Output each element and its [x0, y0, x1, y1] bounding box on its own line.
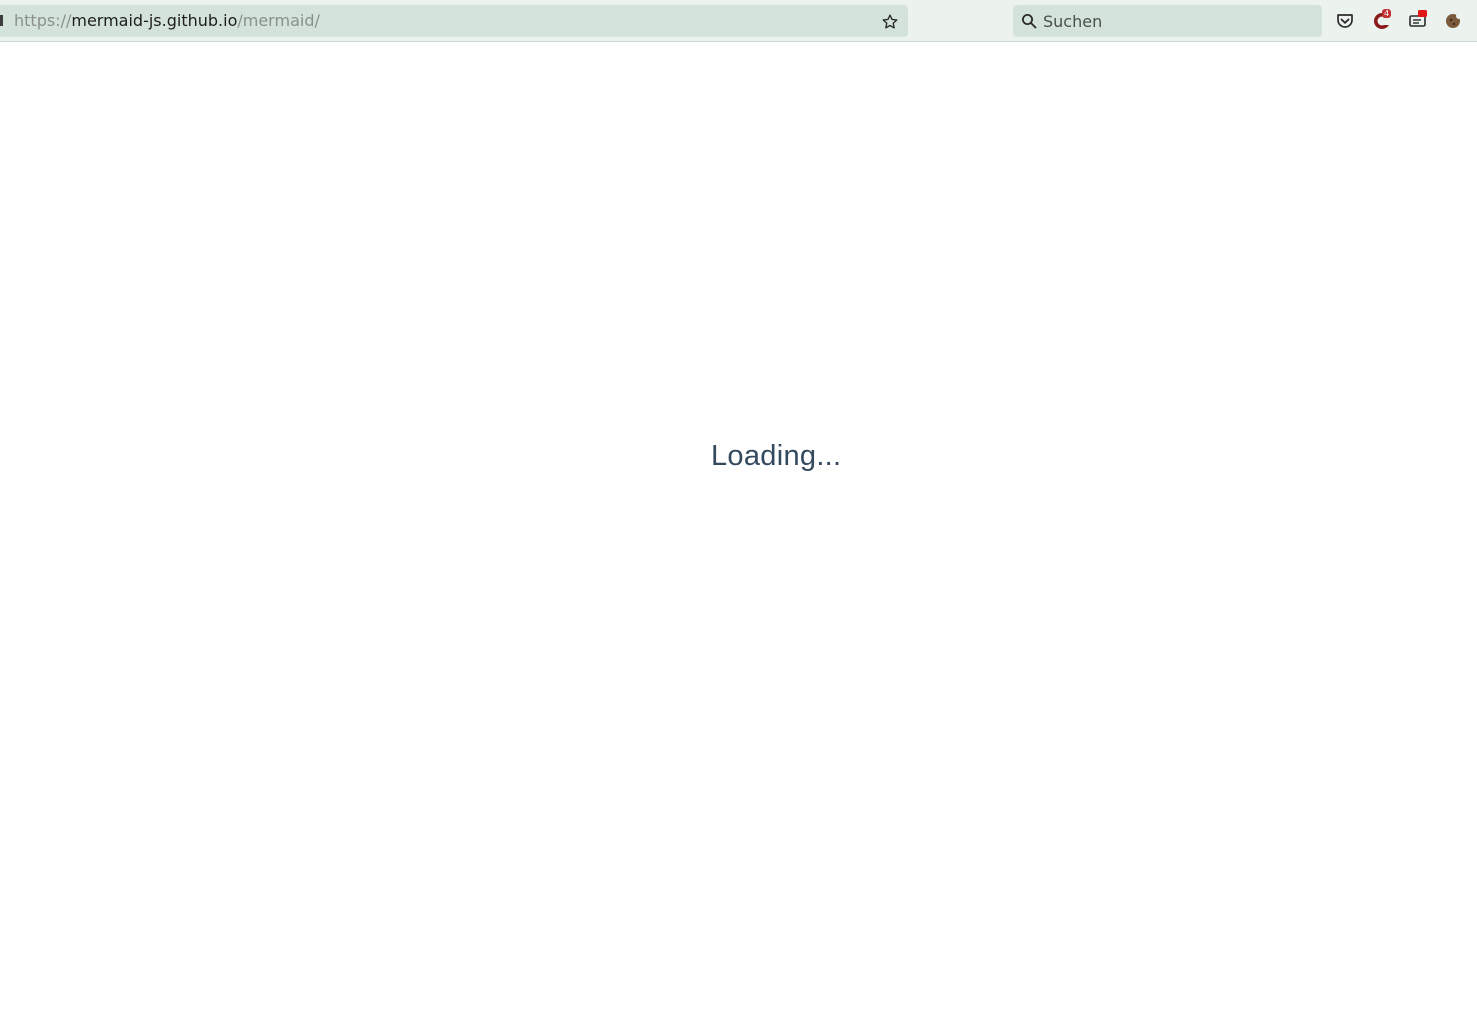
search-input[interactable] — [1043, 9, 1313, 33]
cookie-icon[interactable] — [1443, 11, 1463, 31]
browser-toolbar: https://mermaid-js.github.io/mermaid/ 4 — [0, 0, 1477, 42]
url-text[interactable]: https://mermaid-js.github.io/mermaid/ — [14, 12, 320, 30]
search-icon — [1022, 14, 1037, 29]
loading-text: Loading... — [711, 440, 842, 472]
url-bar[interactable]: https://mermaid-js.github.io/mermaid/ — [0, 5, 908, 37]
pocket-icon[interactable] — [1335, 11, 1355, 31]
extension-button[interactable]: 4 — [1372, 9, 1396, 33]
url-path: /mermaid/ — [237, 11, 320, 30]
extension-badge: 4 — [1382, 9, 1392, 18]
notifications-icon[interactable] — [1408, 10, 1428, 30]
site-identity-icon[interactable] — [0, 15, 3, 26]
url-host: mermaid-js.github.io — [71, 11, 238, 30]
page-content: Loading... — [0, 42, 1477, 1017]
bookmark-star-icon[interactable] — [881, 13, 899, 31]
search-bar[interactable] — [1013, 5, 1322, 37]
url-scheme: https:// — [14, 11, 72, 30]
